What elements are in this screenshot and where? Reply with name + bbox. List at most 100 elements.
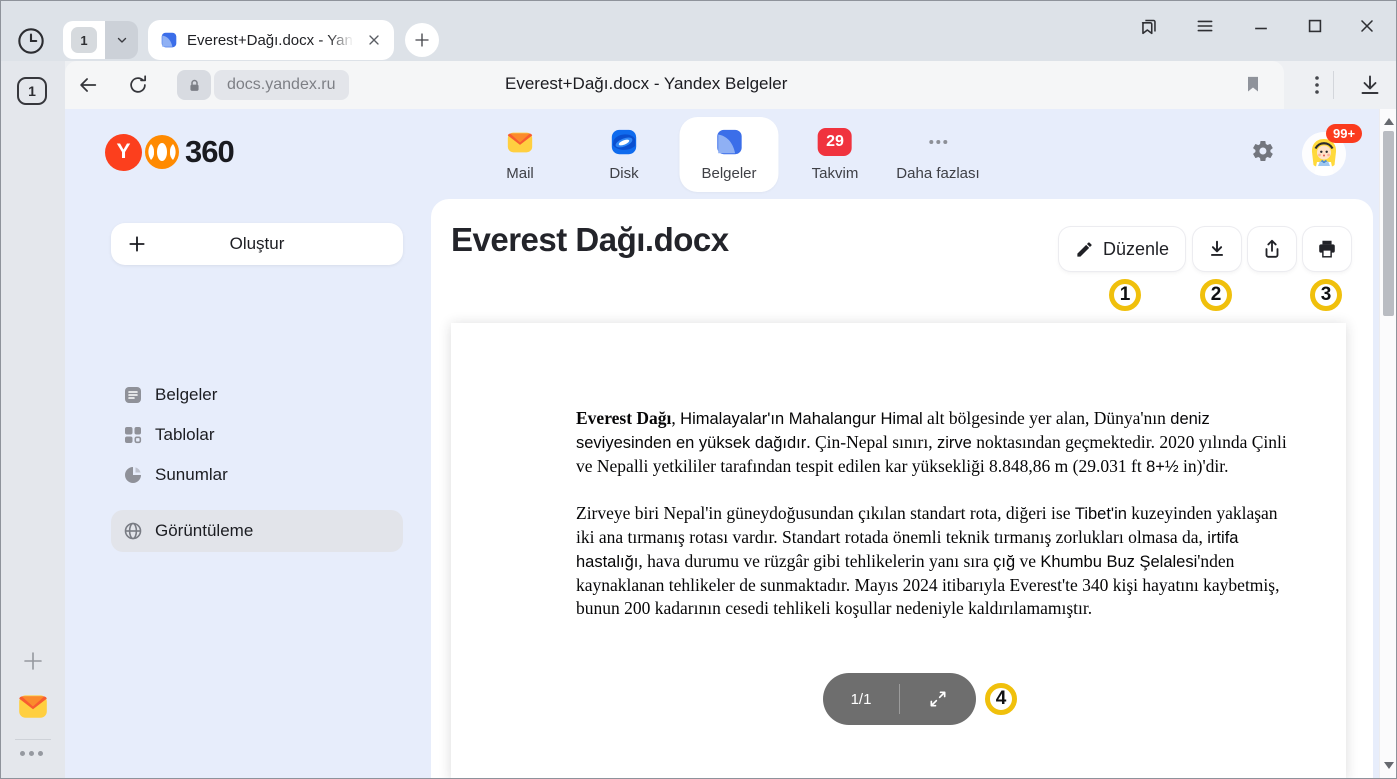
download-icon: [1358, 73, 1382, 97]
minimize-icon: [1251, 16, 1271, 36]
tab-group-control[interactable]: 1: [63, 21, 138, 59]
edit-button[interactable]: Düzenle: [1059, 227, 1185, 271]
service-label: Daha fazlası: [896, 165, 979, 182]
service-documents[interactable]: Belgeler: [679, 117, 778, 192]
history-clock-icon[interactable]: [17, 27, 45, 55]
scroll-down-arrow[interactable]: [1384, 762, 1394, 769]
share-document-button[interactable]: [1248, 227, 1296, 271]
profile-avatar[interactable]: 99+: [1302, 132, 1346, 176]
more-icon: [929, 140, 947, 144]
annotation-circle-4: 4: [985, 683, 1017, 715]
plus-icon: [21, 649, 45, 673]
fullscreen-button[interactable]: [900, 689, 976, 709]
plus-icon: [413, 31, 431, 49]
tab-close-icon[interactable]: [366, 32, 382, 48]
reload-icon: [127, 74, 149, 96]
service-label: Takvim: [812, 165, 859, 182]
annotation-circle-1: 1: [1109, 279, 1141, 311]
yandex-360-app: Y 360 Mail Disk: [65, 109, 1396, 778]
sidebar-item-label: Tablolar: [155, 425, 215, 445]
page-indicator: 1/1: [823, 691, 899, 708]
maximize-icon: [1305, 16, 1325, 36]
omnibox[interactable]: docs.yandex.ru Everest+Dağı.docx - Yande…: [65, 61, 1284, 109]
tab-group-counter[interactable]: 1: [63, 21, 105, 59]
printer-icon: [1316, 238, 1338, 260]
site-security-button[interactable]: [177, 70, 211, 100]
document-icon: [123, 385, 143, 405]
docs-sidebar: Oluştur Belgeler Tablolar Sunumlar Görün…: [65, 199, 431, 778]
browser-tab-active[interactable]: Everest+Dağı.docx - Yan: [148, 20, 394, 60]
browser-titlebar: 1 Everest+Dağı.docx - Yan: [1, 1, 1396, 61]
page-title: Everest+Dağı.docx - Yandex Belgeler: [505, 74, 787, 94]
download-document-button[interactable]: [1193, 227, 1241, 271]
create-button[interactable]: Oluştur: [111, 223, 403, 265]
reload-button[interactable]: [127, 74, 149, 96]
download-icon: [1206, 238, 1228, 260]
page-scrollbar[interactable]: [1379, 109, 1397, 778]
gear-icon: [1251, 139, 1275, 163]
url-domain[interactable]: docs.yandex.ru: [214, 70, 349, 100]
window-minimize-button[interactable]: [1249, 14, 1273, 38]
browser-side-strip: 1: [1, 61, 65, 778]
sidebar-item-label: Belgeler: [155, 385, 217, 405]
tabs-panel-icon: [1138, 15, 1160, 37]
sidebar-item-documents[interactable]: Belgeler: [111, 375, 403, 415]
side-strip-divider: [15, 739, 51, 740]
downloads-button[interactable]: [1358, 73, 1382, 97]
edit-label: Düzenle: [1103, 239, 1169, 260]
bookmark-filled-icon: [1243, 74, 1263, 94]
sidebar-item-viewing[interactable]: Görüntüleme: [111, 510, 403, 552]
mail-icon: [505, 127, 535, 157]
document-viewer-panel: Everest Dağı.docx Düzenle 1 2 3 Everest …: [431, 199, 1373, 778]
annotation-circle-2: 2: [1200, 279, 1232, 311]
tabs-panel-button[interactable]: [1137, 14, 1161, 38]
service-label: Belgeler: [701, 165, 756, 182]
notification-badge: 99+: [1326, 124, 1362, 143]
service-calendar[interactable]: 29 Takvim: [812, 125, 859, 182]
sidebar-toggle-button[interactable]: 1: [17, 77, 47, 105]
window-maximize-button[interactable]: [1303, 14, 1327, 38]
sidebar-item-label: Sunumlar: [155, 465, 228, 485]
document-title: Everest Dağı.docx: [451, 221, 729, 259]
side-strip-more-button[interactable]: [20, 751, 43, 756]
document-paragraph: Everest Dağı, Himalayalar'ın Mahalangur …: [576, 407, 1288, 479]
calendar-icon: 29: [818, 128, 852, 156]
viewer-controls-pill: 1/1: [823, 673, 976, 725]
back-button[interactable]: [77, 74, 99, 96]
yandex-360-o-logo: [145, 135, 179, 169]
sidebar-item-tables[interactable]: Tablolar: [111, 415, 403, 455]
new-tab-button[interactable]: [405, 23, 439, 57]
create-label: Oluştur: [111, 234, 403, 254]
browser-toolbar: docs.yandex.ru Everest+Dağı.docx - Yande…: [65, 61, 1396, 109]
tab-group-dropdown[interactable]: [105, 21, 138, 59]
expand-icon: [928, 689, 948, 709]
presentations-icon: [123, 465, 143, 485]
annotation-circle-3: 3: [1310, 279, 1342, 311]
sidebar-item-presentations[interactable]: Sunumlar: [111, 455, 403, 495]
window-close-button[interactable]: [1355, 14, 1379, 38]
menu-icon: [1195, 16, 1215, 36]
pencil-icon: [1075, 240, 1094, 259]
scroll-up-arrow[interactable]: [1384, 118, 1394, 125]
print-document-button[interactable]: [1303, 227, 1351, 271]
service-label: Mail: [506, 165, 534, 182]
toolbar-more-button[interactable]: [1308, 74, 1326, 96]
tables-icon: [123, 425, 143, 445]
bookmark-icon[interactable]: [1243, 74, 1263, 94]
close-icon: [1357, 16, 1377, 36]
tab-title: Everest+Dağı.docx - Yan: [187, 32, 358, 49]
kebab-menu-icon: [1308, 74, 1326, 96]
scrollbar-thumb[interactable]: [1383, 131, 1394, 316]
browser-window: 1 Everest+Dağı.docx - Yan: [0, 0, 1397, 779]
side-strip-add-button[interactable]: [21, 649, 45, 673]
yandex-360-logo[interactable]: Y 360: [105, 133, 234, 171]
disk-icon: [609, 127, 639, 157]
settings-button[interactable]: [1251, 139, 1275, 163]
globe-icon: [123, 521, 143, 541]
service-disk[interactable]: Disk: [609, 125, 639, 182]
browser-menu-button[interactable]: [1193, 14, 1217, 38]
service-mail[interactable]: Mail: [505, 125, 535, 182]
yandex-mail-shortcut-icon[interactable]: [14, 689, 52, 723]
service-more[interactable]: Daha fazlası: [896, 125, 979, 182]
sidebar-item-label: Görüntüleme: [155, 521, 253, 541]
